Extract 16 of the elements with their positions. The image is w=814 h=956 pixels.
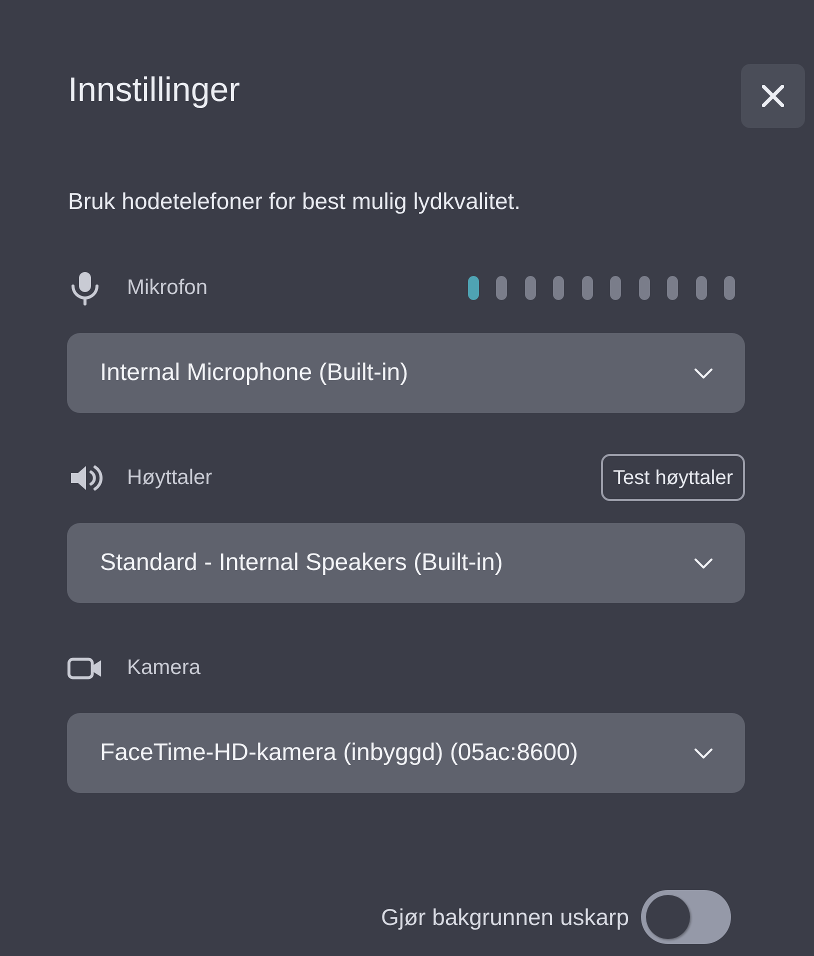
device-label: Mikrofon [127, 274, 208, 301]
device-label: Kamera [127, 654, 201, 681]
close-icon [762, 85, 784, 107]
blur-background-toggle[interactable] [641, 890, 731, 944]
settings-title: Innstillinger [68, 70, 240, 110]
device-label: Høyttaler [127, 464, 212, 491]
headphones-hint: Bruk hodetelefoner for best mulig lydkvalitet. [68, 187, 522, 216]
close-button[interactable] [741, 64, 805, 128]
blur-background-label: Gjør bakgrunnen uskarp [380, 902, 629, 932]
chevron-down-icon [694, 368, 713, 378]
chevron-down-icon [694, 558, 713, 568]
chevron-down-icon [694, 748, 713, 758]
test-speaker-button[interactable]: Test høyttaler [600, 454, 745, 501]
device-select[interactable]: FaceTime-HD-kamera (inbyggd) (05ac:8600) [67, 713, 745, 793]
device-select[interactable]: Standard - Internal Speakers (Built-in) [67, 523, 745, 603]
device-select[interactable]: Internal Microphone (Built-in) [67, 333, 745, 413]
